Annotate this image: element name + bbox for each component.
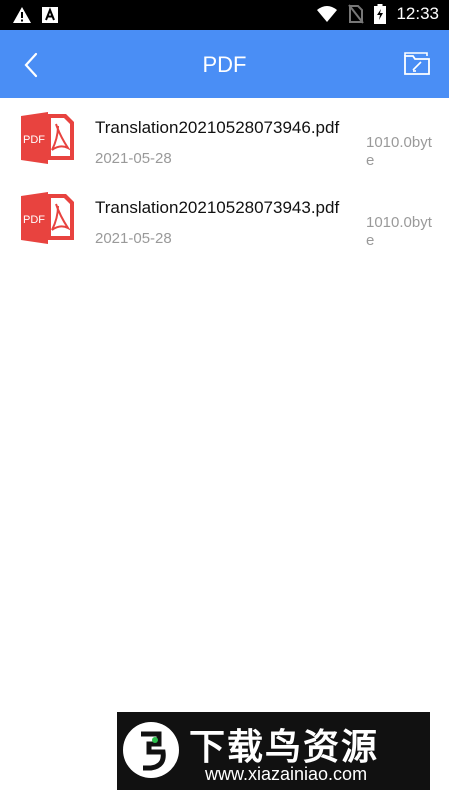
- a-app-icon: [42, 7, 58, 23]
- app-bar: PDF: [0, 30, 449, 98]
- file-list: PDF Translation20210528073946.pdf 2021-0…: [0, 98, 449, 258]
- file-size: 1010.0byte: [366, 214, 432, 249]
- watermark-title: 下载鸟资源: [189, 727, 380, 768]
- pdf-file-icon: PDF: [21, 112, 74, 164]
- no-sim-icon: [348, 4, 365, 24]
- file-name: Translation20210528073943.pdf: [95, 198, 340, 217]
- pdf-file-icon: PDF: [21, 192, 74, 244]
- watermark-banner: 下载鸟资源 www.xiazainiao.com: [117, 712, 430, 790]
- file-list-item[interactable]: PDF Translation20210528073946.pdf 2021-0…: [0, 98, 449, 178]
- file-name: Translation20210528073946.pdf: [95, 118, 340, 137]
- status-bar-left: [12, 6, 58, 24]
- status-bar-right: 12:33: [316, 4, 439, 24]
- svg-text:PDF: PDF: [23, 214, 45, 226]
- file-date: 2021-05-28: [95, 150, 172, 167]
- file-list-item[interactable]: PDF Translation20210528073943.pdf 2021-0…: [0, 178, 449, 258]
- status-time: 12:33: [396, 4, 439, 23]
- folder-edit-button[interactable]: [403, 50, 431, 78]
- folder-edit-icon: [404, 52, 430, 75]
- wifi-icon: [317, 6, 338, 22]
- file-size: 1010.0byte: [366, 134, 432, 169]
- bird-logo-icon: [141, 731, 166, 771]
- battery-charging-icon: [374, 4, 387, 24]
- watermark-url: www.xiazainiao.com: [205, 764, 368, 784]
- status-bar: 12:33: [0, 0, 449, 30]
- file-date: 2021-05-28: [95, 230, 172, 247]
- page-title: PDF: [202, 52, 247, 77]
- svg-text:PDF: PDF: [23, 134, 45, 146]
- watermark-logo: [123, 722, 179, 778]
- warning-icon: [13, 7, 31, 23]
